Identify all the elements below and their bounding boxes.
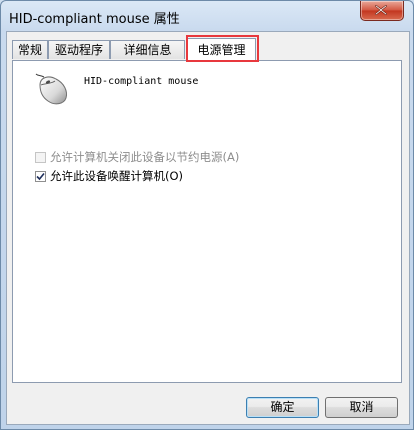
tab-power-management[interactable]: 电源管理 [187, 38, 256, 61]
tab-general[interactable]: 常规 [12, 40, 48, 59]
device-name: HID-compliant mouse [84, 76, 199, 87]
cancel-button[interactable]: 取消 [325, 397, 398, 418]
allow-power-off-option[interactable]: 允许计算机关闭此设备以节约电源(A) [35, 150, 239, 164]
power-management-panel: HID-compliant mouse 允许计算机关闭此设备以节约电源(A) 允… [12, 60, 402, 383]
close-icon [375, 5, 387, 15]
window-title: HID-compliant mouse 属性 [9, 12, 180, 27]
mouse-icon [35, 73, 67, 105]
allow-power-off-label: 允许计算机关闭此设备以节约电源(A) [50, 150, 240, 164]
tab-details[interactable]: 详细信息 [110, 40, 185, 59]
allow-wake-option[interactable]: 允许此设备唤醒计算机(O) [35, 169, 183, 183]
dialog-body: 常规 驱动程序 详细信息 电源管理 HID-compliant mouse 允许… [6, 31, 410, 425]
title-bar[interactable]: HID-compliant mouse 属性 [1, 1, 413, 31]
properties-dialog: HID-compliant mouse 属性 常规 驱动程序 详细信息 电源管理 [0, 0, 414, 430]
close-button[interactable] [360, 1, 404, 21]
allow-wake-label: 允许此设备唤醒计算机(O) [50, 169, 184, 183]
allow-wake-checkbox[interactable] [35, 171, 46, 182]
checkmark-icon [36, 172, 45, 181]
allow-power-off-checkbox[interactable] [35, 152, 46, 163]
ok-button[interactable]: 确定 [246, 397, 319, 418]
tab-driver[interactable]: 驱动程序 [48, 40, 110, 59]
